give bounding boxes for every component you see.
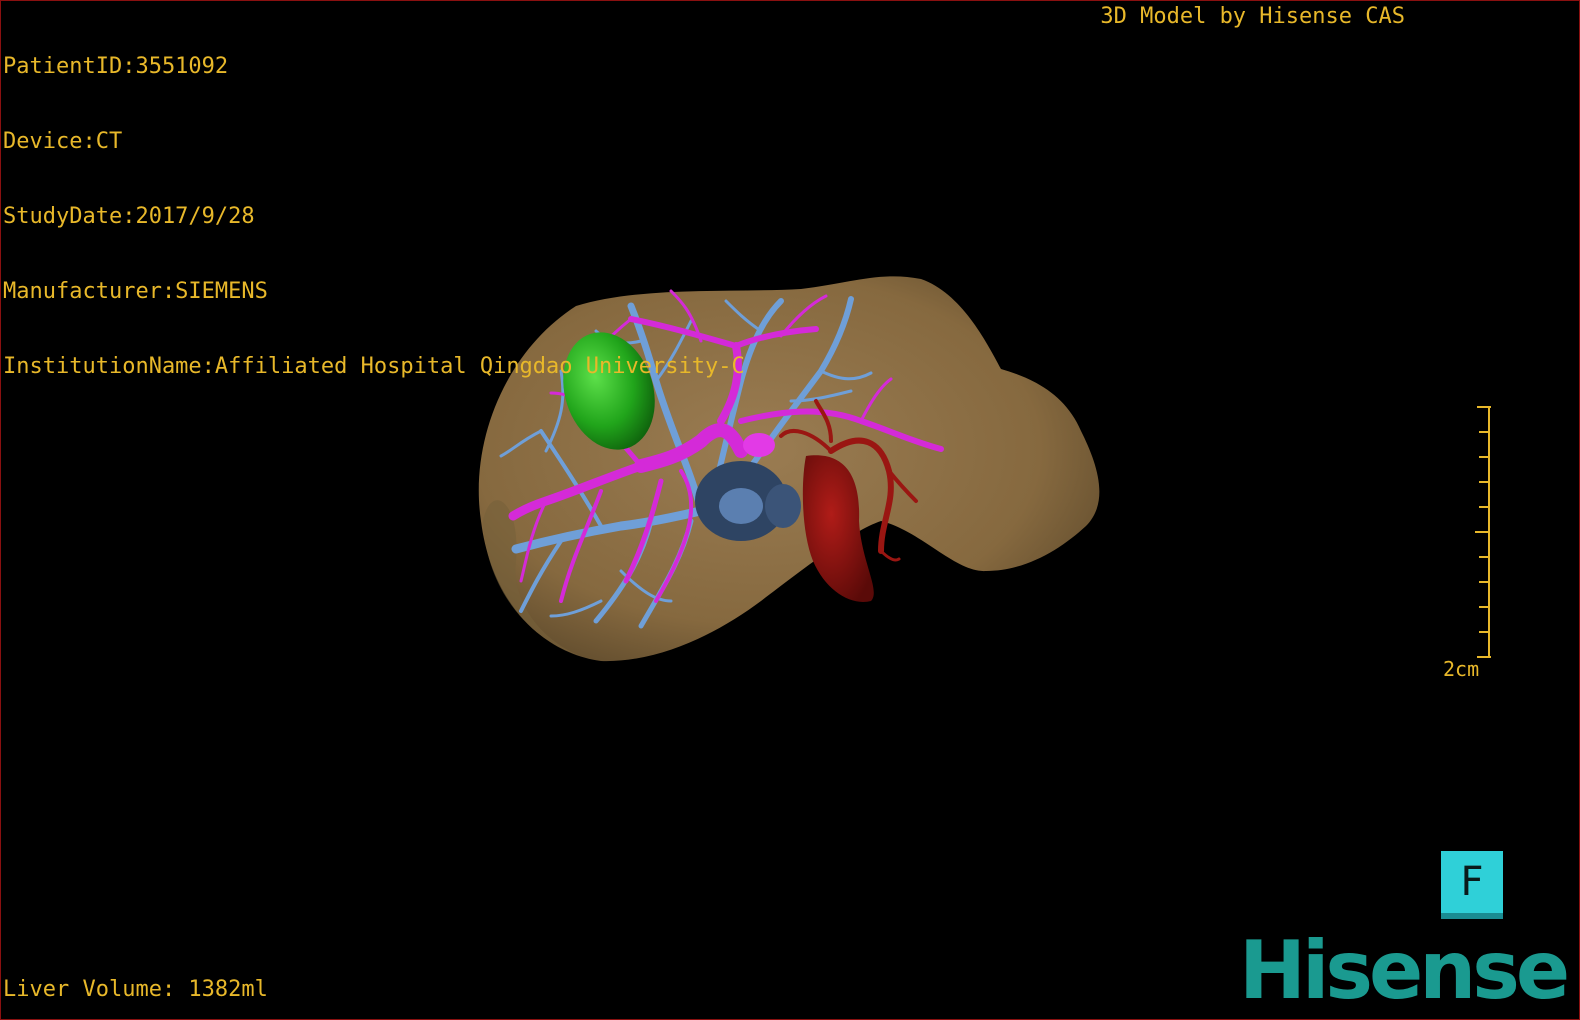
liver-volume: Liver Volume: 1382ml bbox=[3, 977, 268, 1002]
device: Device:CT bbox=[3, 129, 123, 154]
manufacturer: Manufacturer:SIEMENS bbox=[3, 279, 268, 304]
patient-id: PatientID:3551092 bbox=[3, 54, 229, 79]
model-credit: 3D Model by Hisense CAS bbox=[1100, 4, 1405, 29]
patient-info-overlay: PatientID:3551092 Device:CT StudyDate:20… bbox=[3, 4, 745, 429]
portal-vein-bifurcation bbox=[743, 433, 775, 457]
scale-label: 2cm bbox=[1443, 657, 1480, 681]
orientation-cube[interactable]: F bbox=[1441, 851, 1503, 913]
study-date: StudyDate:2017/9/28 bbox=[3, 204, 255, 229]
scale-bar bbox=[1475, 406, 1491, 658]
institution-name: InstitutionName:Affiliated Hospital Qing… bbox=[3, 354, 745, 379]
hisense-logo: Hisense bbox=[1239, 924, 1570, 1017]
3d-viewport[interactable]: PatientID:3551092 Device:CT StudyDate:20… bbox=[0, 0, 1580, 1020]
